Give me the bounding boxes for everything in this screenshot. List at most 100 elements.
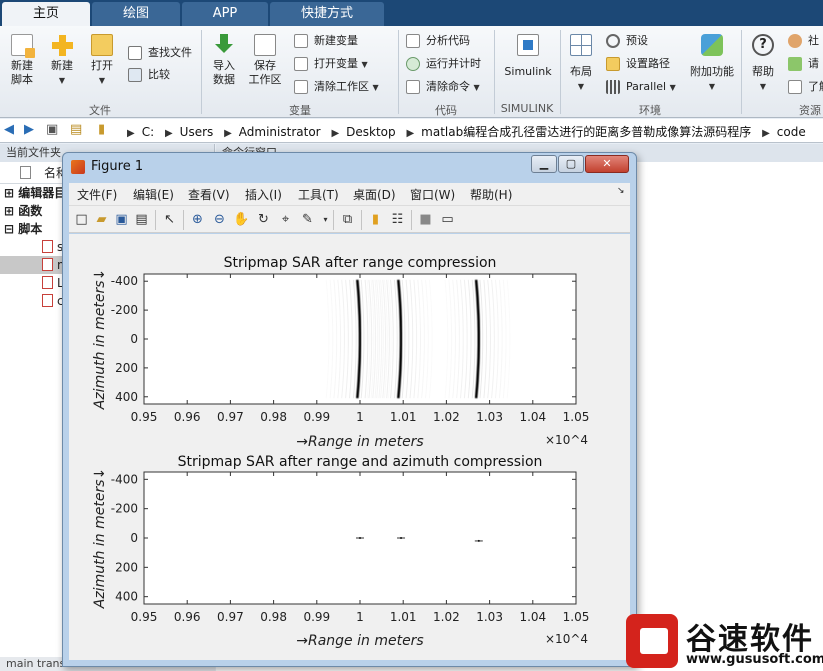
learn-matlab-button[interactable]: 了解 <box>788 78 823 96</box>
layout-button[interactable]: 布局 ▼ <box>566 34 596 94</box>
y-tick-label: 200 <box>115 560 138 574</box>
open-file-icon[interactable]: ▰ <box>93 211 110 228</box>
tab-apps[interactable]: APP <box>182 2 268 26</box>
clear-commands-button[interactable]: 清除命令 ▼ <box>406 78 480 96</box>
y-tick-label: -200 <box>111 502 138 516</box>
y-tick-label: -200 <box>111 303 138 317</box>
tab-shortcuts[interactable]: 快捷方式 <box>270 2 384 26</box>
breadcrumb-administrator[interactable]: Administrator <box>239 125 321 139</box>
simulink-label: Simulink <box>504 65 552 78</box>
clear-workspace-button[interactable]: 清除工作区 ▼ <box>294 78 379 96</box>
help-question-icon: ? <box>752 34 774 56</box>
expand-icon[interactable]: ⊞ <box>4 204 18 218</box>
show-plot-tools-icon[interactable]: ▭ <box>439 211 456 228</box>
back-arrow-icon[interactable]: ◀ <box>4 122 14 137</box>
figure-canvas[interactable]: Stripmap SAR after range compression 0.9… <box>69 234 630 660</box>
plus-icon <box>51 34 73 56</box>
breadcrumb-code[interactable]: code <box>777 125 806 139</box>
data-cursor-icon[interactable]: ⌖ <box>277 211 294 228</box>
pan-hand-icon[interactable]: ✋ <box>233 211 250 228</box>
breadcrumb-drive[interactable]: C: <box>142 125 154 139</box>
parallel-label: Parallel <box>626 80 667 93</box>
up-folder-icon[interactable]: ▣ <box>46 122 58 137</box>
save-workspace-button[interactable]: 保存 工作区 <box>246 34 284 87</box>
tab-plots[interactable]: 绘图 <box>92 2 180 26</box>
zoom-out-icon[interactable]: ⊖ <box>211 211 228 228</box>
community-label: 社 <box>808 34 819 47</box>
x-tick-label: 0.97 <box>217 610 244 624</box>
open-variable-button[interactable]: 打开变量 ▼ <box>294 55 368 73</box>
figure-title-bar[interactable]: Figure 1 ▁ ▢ ✕ <box>63 153 636 181</box>
dock-arrow-icon[interactable]: ↘ <box>617 186 625 196</box>
new-script-label: 新建 脚本 <box>11 59 33 86</box>
set-path-label: 设置路径 <box>626 57 670 70</box>
menu-desktop[interactable]: 桌面(D) <box>353 186 396 203</box>
menu-view[interactable]: 查看(V) <box>188 186 230 203</box>
analyze-code-button[interactable]: 分析代码 <box>406 32 470 50</box>
simulink-button[interactable]: Simulink <box>500 34 556 79</box>
community-button[interactable]: 社 <box>788 32 819 50</box>
brush-dropdown-icon[interactable]: ▾ <box>317 211 334 228</box>
link-plot-icon[interactable]: ⧉ <box>339 211 356 228</box>
open-label: 打开 <box>91 59 113 72</box>
find-files-button[interactable]: 查找文件 <box>128 44 192 62</box>
y-tick-label: 400 <box>115 590 138 604</box>
request-support-button[interactable]: 请 <box>788 55 819 73</box>
new-label: 新建 <box>51 59 73 72</box>
x-tick-label: 1.05 <box>563 610 590 624</box>
expand-icon[interactable]: ⊞ <box>4 186 18 200</box>
rotate-3d-icon[interactable]: ↻ <box>255 211 272 228</box>
brush-icon[interactable]: ✎ <box>299 211 316 228</box>
menu-file[interactable]: 文件(F) <box>77 186 117 203</box>
environment-group-label: 环境 <box>639 104 661 117</box>
new-button[interactable]: 新建 ▼ <box>46 34 78 88</box>
breadcrumb-project-folder[interactable]: matlab编程合成孔径雷达进行的距离多普勒成像算法源码程序 <box>421 125 751 139</box>
collapse-icon[interactable]: ⊟ <box>4 222 18 236</box>
colorbar-icon[interactable]: ▮ <box>367 211 384 228</box>
forward-arrow-icon[interactable]: ▶ <box>24 122 34 137</box>
hide-plot-tools-icon[interactable]: ■ <box>417 211 434 228</box>
minimize-button[interactable]: ▁ <box>531 155 557 173</box>
new-script-button[interactable]: 新建 脚本 <box>6 34 38 87</box>
menu-help[interactable]: 帮助(H) <box>470 186 512 203</box>
tree-functions-label: 函数 <box>18 204 43 218</box>
axes-range-azimuth-compression[interactable]: Stripmap SAR after range and azimuth com… <box>92 454 589 649</box>
set-path-button[interactable]: 设置路径 <box>606 55 670 73</box>
x-tick-label: 0.98 <box>260 610 287 624</box>
import-data-button[interactable]: 导入 数据 <box>208 34 240 87</box>
run-and-time-button[interactable]: 运行并计时 <box>406 55 481 73</box>
help-button[interactable]: ? 帮助 ▼ <box>748 34 778 94</box>
breadcrumb-desktop[interactable]: Desktop <box>346 125 396 139</box>
open-button[interactable]: 打开 ▼ <box>86 34 118 88</box>
menu-edit[interactable]: 编辑(E) <box>133 186 174 203</box>
x-tick-label: 0.98 <box>260 410 287 424</box>
parallel-button[interactable]: Parallel ▼ <box>606 78 676 96</box>
print-icon[interactable]: ▤ <box>133 211 150 228</box>
legend-icon[interactable]: ☷ <box>389 211 406 228</box>
maximize-button[interactable]: ▢ <box>558 155 584 173</box>
compare-button[interactable]: 比较 <box>128 66 170 84</box>
new-figure-icon[interactable]: □ <box>73 211 90 228</box>
close-button[interactable]: ✕ <box>585 155 629 173</box>
main-tab-bar: 主页 绘图 APP 快捷方式 <box>0 0 823 26</box>
y-tick-label: -400 <box>111 274 138 288</box>
figure-window[interactable]: Figure 1 ▁ ▢ ✕ 文件(F) 编辑(E) 查看(V) 插入(I) 工… <box>62 152 637 667</box>
breadcrumb-users[interactable]: Users <box>180 125 214 139</box>
menu-insert[interactable]: 插入(I) <box>245 186 282 203</box>
menu-tools[interactable]: 工具(T) <box>298 186 339 203</box>
analyze-code-label: 分析代码 <box>426 34 470 47</box>
tab-home[interactable]: 主页 <box>2 2 90 26</box>
pointer-icon[interactable]: ↖ <box>161 211 178 228</box>
save-icon[interactable]: ▣ <box>113 211 130 228</box>
run-and-time-label: 运行并计时 <box>426 57 481 70</box>
new-variable-button[interactable]: 新建变量 <box>294 32 358 50</box>
addons-button[interactable]: 附加功能 ▼ <box>688 34 736 94</box>
axes-range-compression[interactable]: Stripmap SAR after range compression 0.9… <box>92 255 589 450</box>
preferences-button[interactable]: 预设 <box>606 32 648 50</box>
menu-window[interactable]: 窗口(W) <box>410 186 455 203</box>
browse-folder-icon[interactable]: ▤ <box>70 122 82 137</box>
matlab-script-icon <box>42 294 53 307</box>
zoom-in-icon[interactable]: ⊕ <box>189 211 206 228</box>
find-files-label: 查找文件 <box>148 46 192 59</box>
point-target-peak <box>400 537 403 539</box>
